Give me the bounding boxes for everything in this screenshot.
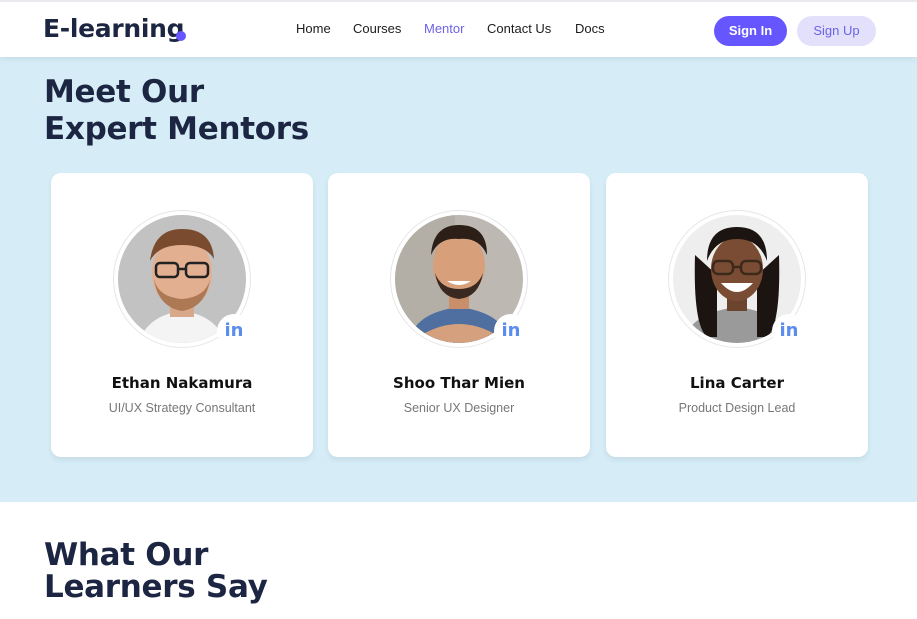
mentors-title-line1: Meet Our (44, 74, 204, 110)
nav-link-mentor[interactable]: Mentor (424, 21, 464, 36)
site-logo[interactable]: E-learning (43, 14, 185, 43)
nav-link-home[interactable]: Home (296, 21, 331, 36)
logo-dot-icon (176, 31, 186, 41)
mentor-card: in Lina Carter Product Design Lead (606, 173, 868, 457)
mentor-card: in Shoo Thar Mien Senior UX Designer (328, 173, 590, 457)
mentor-avatar-frame: in (390, 210, 528, 348)
mentor-name: Lina Carter (690, 374, 784, 392)
mentor-role: Product Design Lead (678, 401, 796, 415)
sign-in-button[interactable]: Sign In (714, 16, 787, 46)
mentors-title-line2: Expert Mentors (44, 111, 309, 147)
sign-up-button[interactable]: Sign Up (797, 16, 876, 46)
mentor-avatar-frame: in (668, 210, 806, 348)
mentor-role: UI/UX Strategy Consultant (108, 401, 256, 415)
mentor-name: Ethan Nakamura (111, 374, 253, 392)
mentor-card: in Ethan Nakamura UI/UX Strategy Consult… (51, 173, 313, 457)
top-navbar: E-learning Home Courses Mentor Contact U… (0, 0, 917, 57)
mentor-role: Senior UX Designer (403, 401, 515, 415)
mentor-name: Shoo Thar Mien (393, 374, 525, 392)
mentor-avatar-frame: in (113, 210, 251, 348)
mentors-section: Meet Our Expert Mentors in Ethan Nakamur… (0, 57, 917, 502)
nav-link-courses[interactable]: Courses (353, 21, 401, 36)
nav-link-docs[interactable]: Docs (575, 21, 605, 36)
nav-link-contact-us[interactable]: Contact Us (487, 21, 551, 36)
linkedin-icon[interactable]: in (772, 314, 806, 348)
linkedin-icon[interactable]: in (494, 314, 528, 348)
linkedin-icon[interactable]: in (217, 314, 251, 348)
learners-title-line2: Learners Say (44, 569, 268, 605)
learners-title-line1: What Our (44, 537, 209, 573)
